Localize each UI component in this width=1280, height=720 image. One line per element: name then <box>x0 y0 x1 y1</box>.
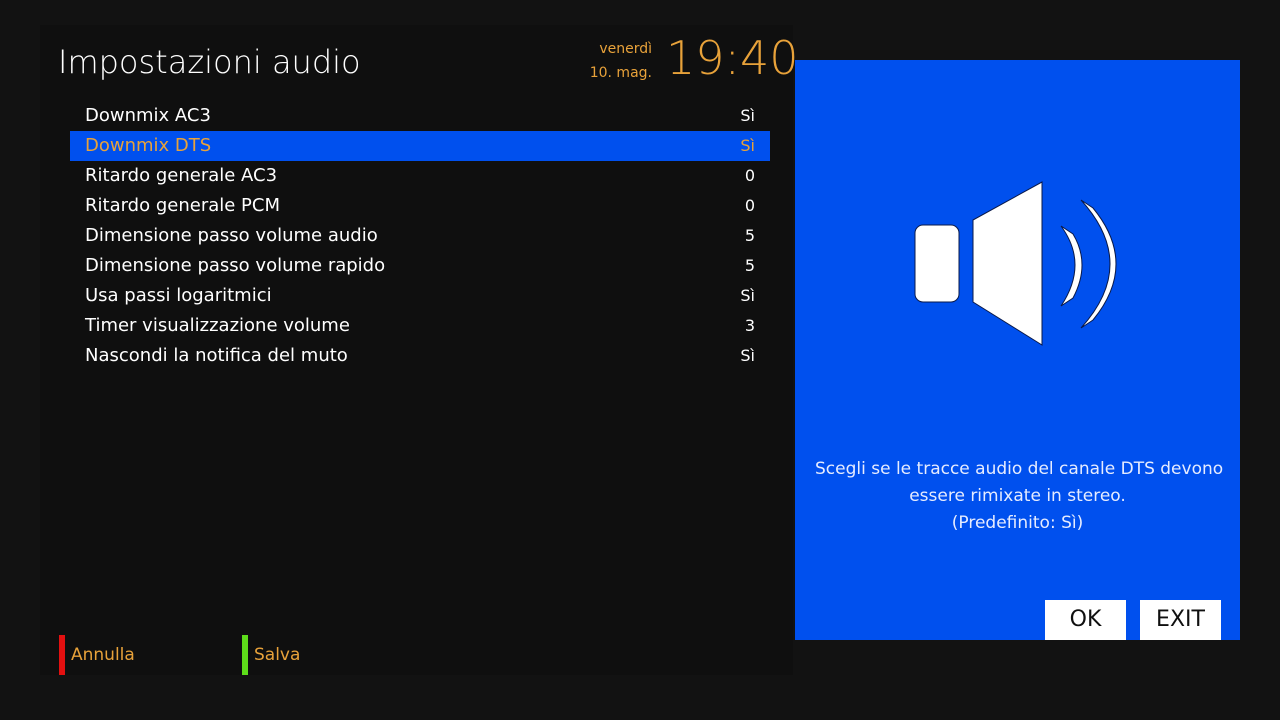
setting-value: Sì <box>740 286 755 305</box>
date-text: 10. mag. <box>589 65 652 81</box>
setting-label: Nascondi la notifica del muto <box>85 345 348 366</box>
setting-row-logarithmic-steps[interactable]: Usa passi logaritmici Sì <box>70 281 770 311</box>
setting-row-volume-step[interactable]: Dimensione passo volume audio 5 <box>70 221 770 251</box>
setting-label: Dimensione passo volume rapido <box>85 255 386 276</box>
setting-value: Sì <box>740 136 755 155</box>
settings-panel: Impostazioni audio venerdì 10. mag. 19:4… <box>40 25 799 675</box>
red-key-indicator <box>59 635 65 675</box>
green-key-indicator <box>242 635 248 675</box>
help-panel: Scegli se le tracce audio del canale DTS… <box>795 60 1240 640</box>
cancel-button[interactable]: Annulla <box>59 635 135 675</box>
default-value-text: (Predefinito: Sì) <box>951 513 1084 533</box>
screen: Impostazioni audio venerdì 10. mag. 19:4… <box>0 0 1280 720</box>
setting-value: Sì <box>740 106 755 125</box>
setting-row-downmix-ac3[interactable]: Downmix AC3 Sì <box>70 101 770 131</box>
setting-value: 0 <box>744 196 755 215</box>
speaker-volume-icon <box>914 181 1117 346</box>
setting-row-pcm-delay[interactable]: Ritardo generale PCM 0 <box>70 191 770 221</box>
help-text-line: essere rimixate in stereo. <box>909 486 1126 506</box>
clock: 19:40 <box>666 31 799 85</box>
save-label: Salva <box>254 645 301 665</box>
setting-label: Downmix AC3 <box>85 105 211 126</box>
settings-list: Downmix AC3 Sì Downmix DTS Sì Ritardo ge… <box>70 101 770 371</box>
weekday-text: venerdì <box>599 41 652 57</box>
setting-label: Ritardo generale AC3 <box>85 165 278 186</box>
help-description: Scegli se le tracce audio del canale DTS… <box>815 456 1224 537</box>
setting-row-volume-timer[interactable]: Timer visualizzazione volume 3 <box>70 311 770 341</box>
cancel-label: Annulla <box>71 645 135 665</box>
setting-row-hide-mute[interactable]: Nascondi la notifica del muto Sì <box>70 341 770 371</box>
setting-value: 5 <box>744 226 755 245</box>
setting-value: Sì <box>740 346 755 365</box>
page-title: Impostazioni audio <box>58 43 361 81</box>
setting-row-ac3-delay[interactable]: Ritardo generale AC3 0 <box>70 161 770 191</box>
setting-label: Usa passi logaritmici <box>85 285 272 306</box>
setting-value: 0 <box>744 166 755 185</box>
help-text-line: Scegli se le tracce audio del canale DTS… <box>815 459 1224 479</box>
setting-label: Downmix DTS <box>85 135 212 156</box>
setting-value: 3 <box>744 316 755 335</box>
ok-button[interactable]: OK <box>1045 600 1126 640</box>
setting-value: 5 <box>744 256 755 275</box>
setting-row-downmix-dts[interactable]: Downmix DTS Sì <box>70 131 770 161</box>
setting-label: Timer visualizzazione volume <box>85 315 350 336</box>
setting-row-fast-volume-step[interactable]: Dimensione passo volume rapido 5 <box>70 251 770 281</box>
exit-button[interactable]: EXIT <box>1140 600 1221 640</box>
setting-label: Ritardo generale PCM <box>85 195 281 216</box>
save-button[interactable]: Salva <box>242 635 300 675</box>
date-display: venerdì 10. mag. <box>580 37 652 85</box>
setting-label: Dimensione passo volume audio <box>85 225 378 246</box>
